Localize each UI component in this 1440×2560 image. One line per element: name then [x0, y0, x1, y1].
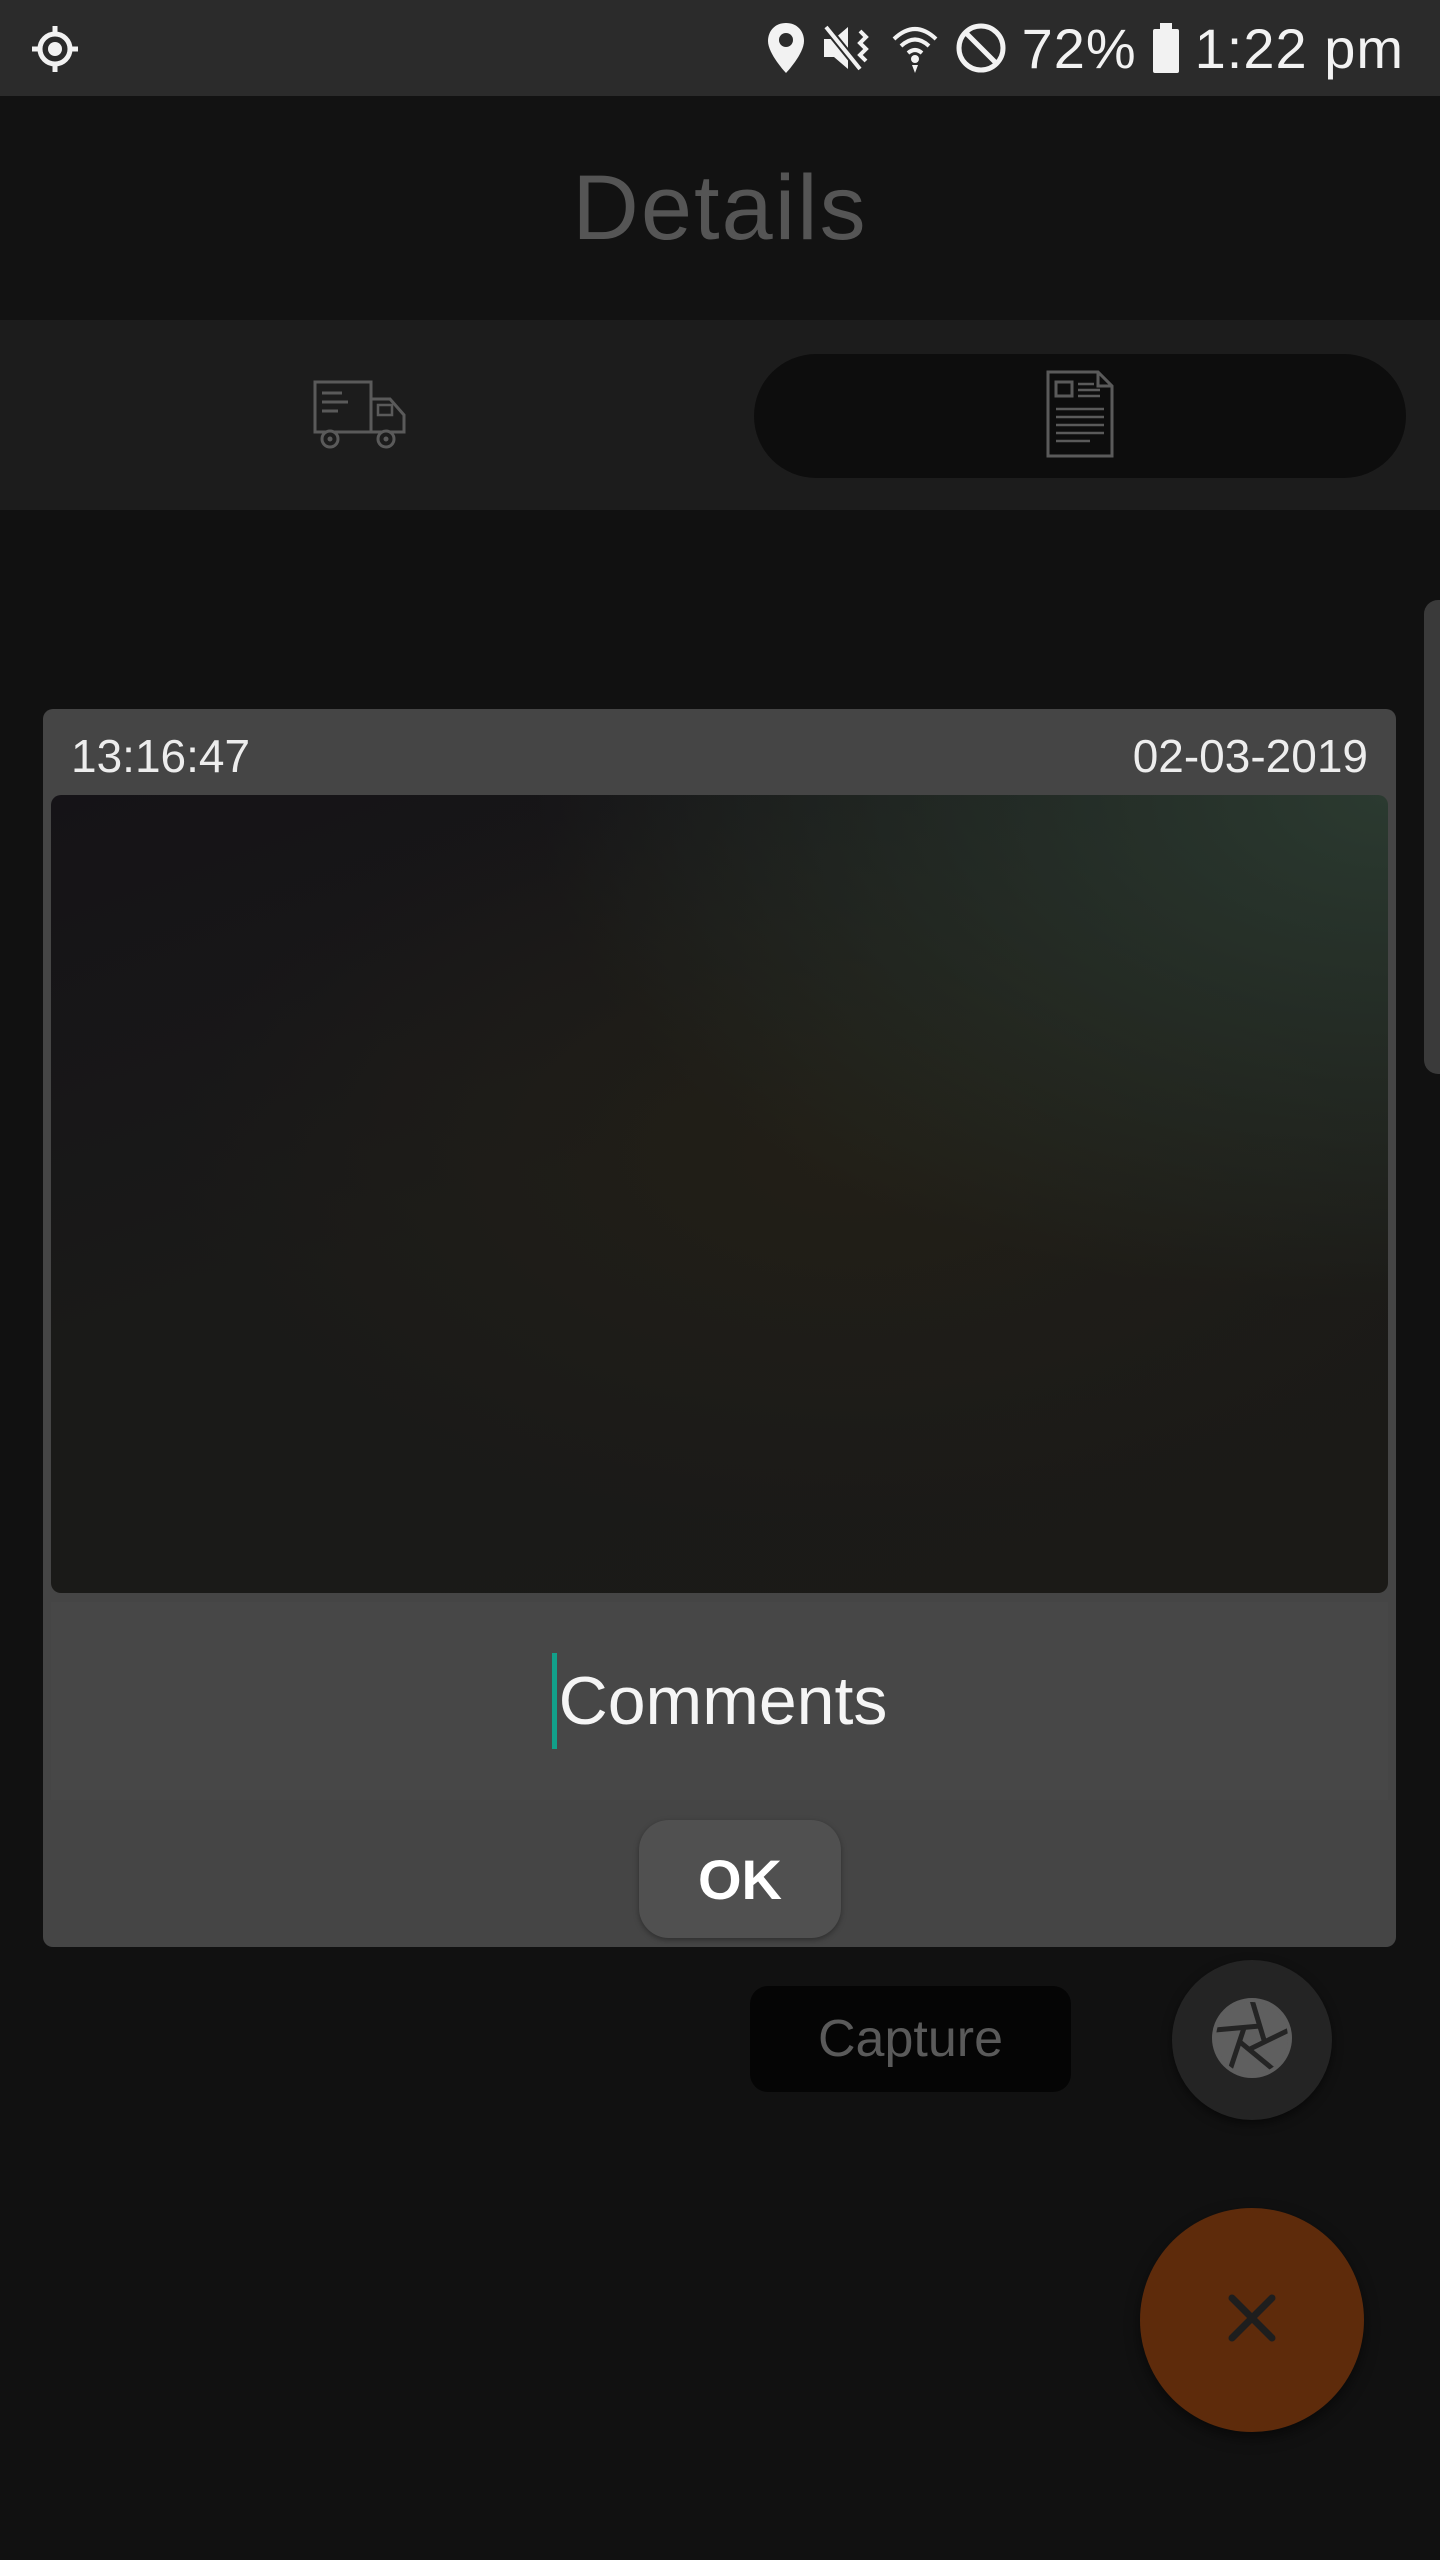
close-button[interactable]: [1140, 2208, 1364, 2432]
photo-card: 13:16:47 02-03-2019 Comments OK: [43, 709, 1396, 1947]
status-bar: 72% 1:22 pm: [0, 0, 1440, 96]
app-header: Details: [0, 96, 1440, 320]
clock: 1:22 pm: [1194, 16, 1404, 80]
camera-button[interactable]: [1172, 1960, 1332, 2120]
wifi-icon: [890, 21, 940, 75]
text-cursor: [551, 1653, 557, 1749]
ok-button[interactable]: OK: [639, 1820, 841, 1938]
battery-icon: [1151, 21, 1181, 75]
tab-bar: [0, 320, 1440, 510]
do-not-disturb-icon: [954, 21, 1008, 75]
delivery-truck-icon: [312, 377, 408, 456]
camera-shutter-icon: [1210, 1996, 1294, 2085]
photo-date: 02-03-2019: [1132, 730, 1368, 782]
comments-input[interactable]: Comments: [51, 1602, 1388, 1800]
page-title: Details: [572, 156, 868, 259]
photo-time: 13:16:47: [71, 730, 251, 782]
battery-percent: 72%: [1021, 16, 1137, 80]
photo-preview: [51, 795, 1388, 1593]
document-icon: [1044, 369, 1116, 464]
location-pin-icon: [766, 21, 806, 75]
scroll-indicator[interactable]: [1424, 600, 1440, 1074]
location-target-icon: [30, 24, 80, 74]
tab-delivery[interactable]: [40, 354, 680, 478]
comments-placeholder: Comments: [558, 1663, 888, 1739]
capture-button[interactable]: Capture: [750, 1986, 1071, 2092]
close-icon: [1224, 2290, 1280, 2351]
tab-document[interactable]: [754, 354, 1406, 478]
vibrate-mute-icon: [820, 21, 876, 75]
